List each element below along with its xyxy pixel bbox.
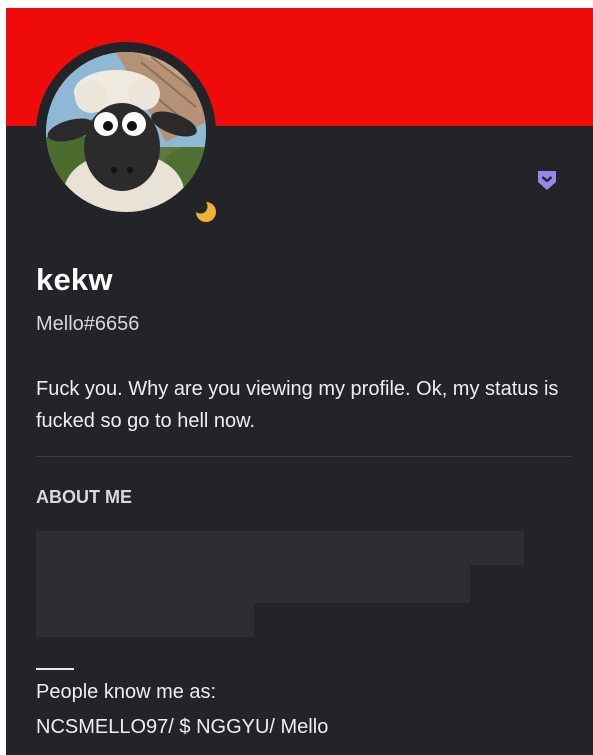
display-name: kekw <box>36 262 113 297</box>
about-me-heading: ABOUT ME <box>36 487 132 507</box>
redacted-block <box>36 603 254 637</box>
redacted-block <box>36 531 524 565</box>
section-divider <box>36 456 571 457</box>
short-divider <box>36 668 74 670</box>
sheep-avatar-icon <box>46 52 206 212</box>
avatar[interactable] <box>46 52 206 212</box>
idle-moon-icon <box>195 201 216 222</box>
avatar-frame[interactable] <box>36 42 226 232</box>
redacted-block <box>36 565 470 603</box>
hypesquad-badge-icon[interactable] <box>535 168 559 192</box>
custom-status: Fuck you. Why are you viewing my profile… <box>36 378 559 432</box>
about-me-text-line: NCSMELLO97/ $ NGGYU/ Mello <box>36 716 329 738</box>
profile-card: kekw Mello#6656 Fuck you. Why are you vi… <box>6 8 593 755</box>
user-tag: Mello#6656 <box>36 313 140 335</box>
about-me-text-line: People know me as: <box>36 681 217 703</box>
status-indicator <box>186 192 226 232</box>
